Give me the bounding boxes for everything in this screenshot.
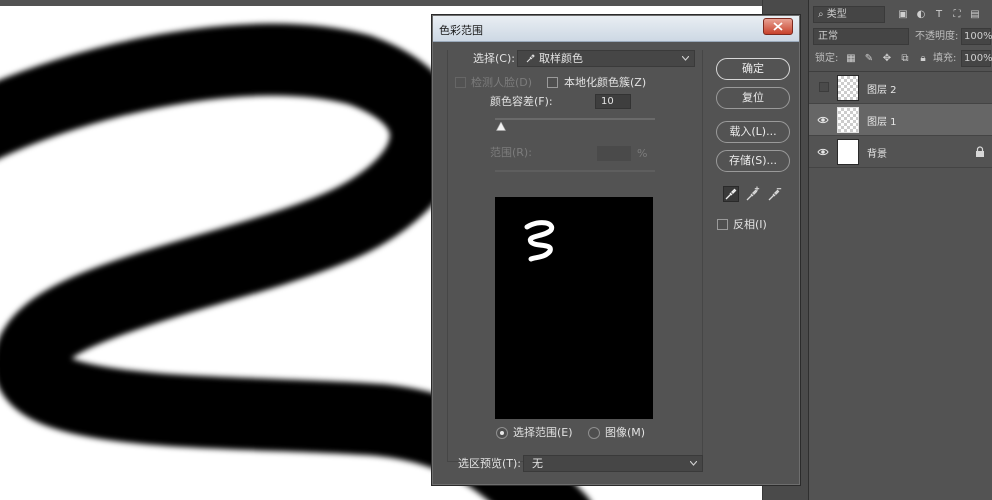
opacity-value: 100% xyxy=(964,31,992,42)
lock-position-icon[interactable]: ✥ xyxy=(881,53,893,65)
fuzziness-value: 10 xyxy=(601,96,614,107)
shape-filter-icon[interactable]: ⛶ xyxy=(951,9,963,21)
smart-object-filter-icon[interactable]: ▤ xyxy=(969,9,981,21)
invert-checkbox[interactable] xyxy=(717,219,728,230)
lock-label: 锁定: xyxy=(815,53,839,64)
adjustment-filter-icon[interactable]: ◐ xyxy=(915,9,927,21)
fuzziness-slider-track[interactable] xyxy=(495,118,655,120)
load-button[interactable]: 载入(L)... xyxy=(716,121,790,143)
layer-thumbnail xyxy=(837,107,859,133)
layer-row-background[interactable]: 背景 xyxy=(809,136,992,168)
localized-clusters-checkbox[interactable] xyxy=(547,77,558,88)
eyedropper-small-icon xyxy=(526,54,535,63)
dialog-titlebar[interactable]: 色彩范围 xyxy=(433,16,799,42)
chevron-down-icon xyxy=(690,461,697,466)
layer-thumbnail xyxy=(837,75,859,101)
layers-panel: ⌕ 类型 ▣ ◐ T ⛶ ▤ 正常 不透明度: 100% 锁定: ▦ ✎ ✥ ⧉… xyxy=(808,0,992,500)
selection-radio-label: 选择范围(E) xyxy=(513,426,573,439)
detect-faces-label: 检测人脸(D) xyxy=(471,76,533,89)
eye-icon[interactable] xyxy=(817,114,829,126)
range-slider-track xyxy=(495,170,655,172)
eyedropper-plus-icon xyxy=(746,186,760,201)
chevron-down-icon xyxy=(682,56,689,61)
blend-row: 正常 不透明度: 100% xyxy=(809,27,992,47)
image-radio[interactable] xyxy=(588,427,600,439)
select-label: 选择(C): xyxy=(473,52,515,65)
opacity-field[interactable]: 100% xyxy=(961,28,992,45)
range-label: 范围(R): xyxy=(490,146,532,159)
invert-label: 反相(I) xyxy=(733,218,767,231)
selection-radio[interactable] xyxy=(496,427,508,439)
fill-field[interactable]: 100% xyxy=(961,50,992,67)
fuzziness-label: 颜色容差(F): xyxy=(490,95,553,108)
layer-name: 背景 xyxy=(867,149,887,160)
layer-name: 图层 2 xyxy=(867,85,897,96)
color-range-dialog: 色彩范围 选择(C): 取样颜色 检测人脸(D) 本地化颜色簇(Z) 颜色容差(… xyxy=(432,15,800,485)
fuzziness-slider-thumb[interactable] xyxy=(496,122,507,131)
selection-preview-image[interactable] xyxy=(495,197,653,419)
save-button[interactable]: 存储(S)... xyxy=(716,150,790,172)
preview-stroke-mask xyxy=(524,220,555,262)
ok-button[interactable]: 确定 xyxy=(716,58,790,80)
lock-transparency-icon[interactable]: ▦ xyxy=(845,53,857,65)
layer-row-layer-2[interactable]: 图层 2 xyxy=(809,72,992,104)
lock-pixels-icon[interactable]: ✎ xyxy=(863,53,875,65)
lock-row: 锁定: ▦ ✎ ✥ ⧉ 🔒︎ 填充: 100% xyxy=(809,49,992,69)
localized-clusters-label: 本地化颜色簇(Z) xyxy=(564,76,647,89)
layer-filter-row: ⌕ 类型 ▣ ◐ T ⛶ ▤ xyxy=(809,4,992,24)
range-unit: % xyxy=(637,147,648,160)
search-icon: ⌕ xyxy=(818,9,824,20)
eyedropper-tool[interactable] xyxy=(723,186,739,202)
select-dropdown[interactable]: 取样颜色 xyxy=(517,50,695,67)
layer-name: 图层 1 xyxy=(867,117,897,128)
close-icon xyxy=(773,22,783,31)
visibility-toggle-empty[interactable] xyxy=(819,82,829,92)
image-filter-icon[interactable]: ▣ xyxy=(897,9,909,21)
reset-button[interactable]: 复位 xyxy=(716,87,790,109)
dialog-title: 色彩范围 xyxy=(439,24,483,37)
fill-label: 填充: xyxy=(933,53,957,64)
eyedropper-minus-icon xyxy=(768,188,782,201)
selection-preview-dropdown[interactable]: 无 xyxy=(523,455,703,472)
selection-preview-value: 无 xyxy=(532,457,543,470)
eyedropper-icon xyxy=(725,188,737,200)
subtract-from-sample-tool[interactable] xyxy=(767,186,783,202)
layer-row-layer-1[interactable]: 图层 1 xyxy=(809,104,992,136)
add-to-sample-tool[interactable] xyxy=(745,186,761,202)
selection-preview-label: 选区预览(T): xyxy=(458,457,522,470)
fill-value: 100% xyxy=(964,53,992,64)
detect-faces-checkbox[interactable] xyxy=(455,77,466,88)
filter-kind-value: 类型 xyxy=(826,9,847,20)
layer-thumbnail xyxy=(837,139,859,165)
opacity-label: 不透明度: xyxy=(915,31,959,42)
close-button[interactable] xyxy=(763,18,793,35)
blend-mode-select[interactable]: 正常 xyxy=(813,28,909,45)
image-radio-label: 图像(M) xyxy=(605,426,646,439)
range-field[interactable] xyxy=(597,146,631,161)
type-filter-icon[interactable]: T xyxy=(933,9,945,21)
lock-icon xyxy=(976,146,984,157)
blend-mode-value: 正常 xyxy=(818,31,838,42)
fuzziness-field[interactable]: 10 xyxy=(595,94,631,109)
select-value: 取样颜色 xyxy=(539,52,583,65)
lock-all-icon[interactable]: 🔒︎ xyxy=(917,53,929,65)
layer-filter-select[interactable]: ⌕ 类型 xyxy=(813,6,885,23)
eye-icon[interactable] xyxy=(817,146,829,158)
lock-artboard-icon[interactable]: ⧉ xyxy=(899,53,911,65)
